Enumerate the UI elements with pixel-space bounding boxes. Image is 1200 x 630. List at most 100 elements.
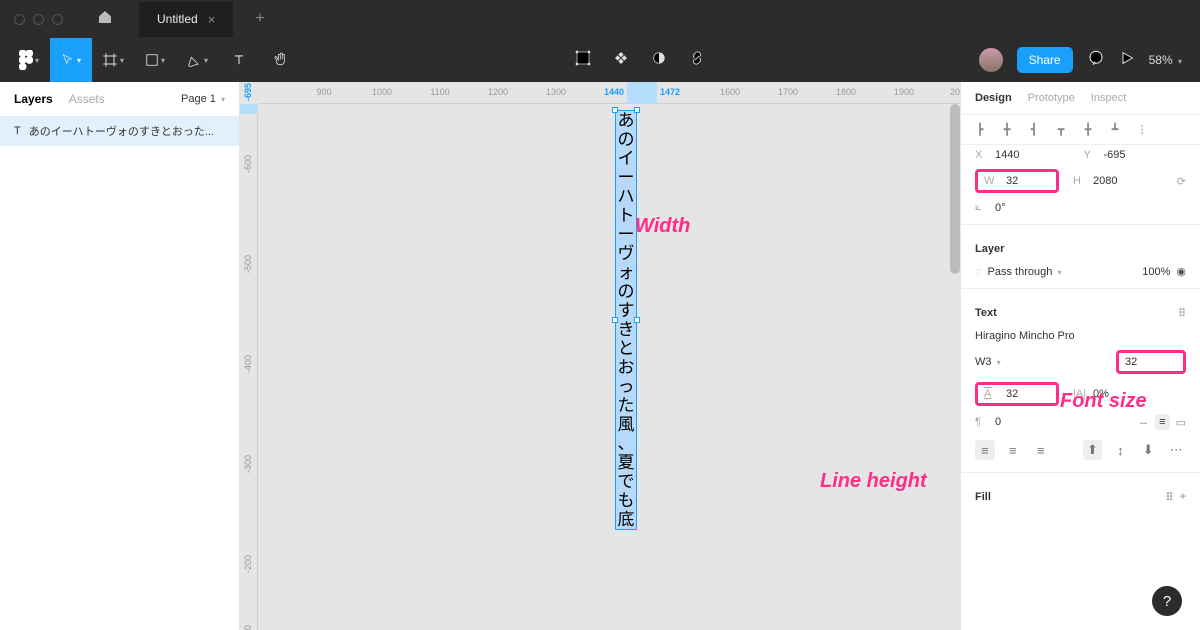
user-avatar[interactable] [979,48,1003,72]
text-styles-icon[interactable]: ⠿ [1178,307,1186,320]
resize-handle[interactable] [634,107,640,113]
new-tab-button[interactable]: + [255,10,264,28]
width-input[interactable]: 32 [1006,175,1050,187]
height-input[interactable]: 2080 [1093,175,1171,187]
distribute-icon[interactable]: ⋮ [1133,123,1151,136]
frame-tool[interactable]: ▾ [92,38,134,82]
layer-item[interactable]: T あのイーハトーヴォのすきとおった... [0,116,239,146]
ruler-horizontal: 900 1000 1100 1200 1300 1440 1472 1600 1… [258,82,960,104]
file-tab[interactable]: Untitled × [139,2,233,37]
text-glyph: ー [616,225,636,244]
textvalign-bot-icon[interactable]: ⬇ [1138,440,1158,460]
textalign-right-icon[interactable]: ≡ [1031,440,1051,460]
canvas[interactable]: 900 1000 1100 1200 1300 1440 1472 1600 1… [240,82,960,630]
y-label: Y [1084,149,1098,161]
text-glyph: す [616,301,636,320]
hand-tool[interactable] [260,38,302,82]
selected-text-object[interactable]: あのイーハトーヴォのすきとおった風、夏でも底 [615,110,637,530]
text-glyph: っ [616,377,636,396]
main-toolbar: ▾ ▾ ▾ ▾ ▾ Share 58% ▾ [0,38,1200,82]
fill-styles-icon[interactable]: ⠿ [1166,491,1174,504]
mask-icon[interactable] [651,50,667,71]
textalign-left-icon[interactable]: ≡ [975,440,995,460]
text-more-icon[interactable]: ⋯ [1166,440,1186,460]
paragraph-icon: ¶ [975,416,989,428]
figma-menu[interactable]: ▾ [8,38,50,82]
tab-design[interactable]: Design [975,92,1012,104]
tab-layers[interactable]: Layers [14,92,53,106]
resize-handle[interactable] [612,107,618,113]
align-hcenter-icon[interactable]: ╋ [998,123,1016,136]
link-icon[interactable] [689,50,705,71]
text-glyph: で [616,472,636,491]
tab-inspect[interactable]: Inspect [1091,92,1126,104]
opacity-input[interactable]: 100% [1142,266,1170,278]
chevron-down-icon: ▾ [77,56,81,65]
align-vcenter-icon[interactable]: ╋ [1079,123,1097,136]
textvalign-top-icon[interactable]: ⬆ [1083,440,1103,460]
text-glyph: ォ [616,263,636,282]
home-icon[interactable] [97,9,113,30]
x-label: X [975,149,989,161]
font-size-input[interactable]: 32 [1125,356,1177,368]
chevron-down-icon: ▾ [1057,268,1061,277]
text-glyph: 夏 [616,453,636,472]
chevron-down-icon: ▾ [161,56,165,65]
blend-mode-icon[interactable]: ◌ [975,266,982,278]
x-input[interactable]: 1440 [995,149,1078,161]
font-family[interactable]: Hiragino Mincho Pro [975,330,1186,342]
auto-height-icon[interactable]: ≡ [1155,414,1169,430]
font-weight[interactable]: W3 ▾ [975,356,1110,368]
shape-tool[interactable]: ▾ [134,38,176,82]
comment-icon[interactable] [1087,49,1105,72]
lineheight-icon: A [984,388,998,400]
paragraph-spacing-input[interactable]: 0 [995,416,1132,428]
align-bottom-icon[interactable]: ┻ [1106,123,1124,136]
text-tool[interactable] [218,38,260,82]
zoom-level[interactable]: 58% ▾ [1149,53,1182,67]
align-left-icon[interactable]: ┣ [971,123,989,136]
text-glyph: ヴ [616,244,636,263]
traffic-max[interactable] [52,14,63,25]
chevron-down-icon: ▾ [997,358,1001,367]
tab-assets[interactable]: Assets [69,92,105,106]
text-glyph: お [616,358,636,377]
rotation-input[interactable]: 0° [995,202,1186,214]
blend-mode[interactable]: Pass through ▾ [988,266,1137,278]
text-glyph: イ [616,149,636,168]
canvas-scrollbar[interactable] [950,104,960,274]
annotation-fontsize: Font size [1060,390,1147,413]
auto-width-icon[interactable]: ↔ [1138,416,1149,428]
resize-handle[interactable] [612,317,618,323]
pen-tool[interactable]: ▾ [176,38,218,82]
align-top-icon[interactable]: ┳ [1052,123,1070,136]
move-tool[interactable]: ▾ [50,38,92,82]
alignment-controls[interactable]: ┣ ╋ ┫ ┳ ╋ ┻ ⋮ [961,115,1200,145]
page-selector[interactable]: Page 1 ▾ [181,93,225,105]
resize-handle[interactable] [634,317,640,323]
traffic-min[interactable] [33,14,44,25]
h-label: H [1073,175,1087,187]
add-fill-icon[interactable]: + [1180,491,1186,504]
share-button[interactable]: Share [1017,47,1073,73]
component-icon[interactable] [613,50,629,71]
y-input[interactable]: -695 [1104,149,1187,161]
help-button[interactable]: ? [1152,586,1182,616]
annotation-lineheight: Line height [820,470,927,493]
text-glyph: の [616,282,636,301]
constrain-icon[interactable]: ⟳ [1177,175,1186,188]
align-right-icon[interactable]: ┫ [1025,123,1043,136]
text-glyph: き [616,320,636,339]
textvalign-mid-icon[interactable]: ↕ [1110,440,1130,460]
text-glyph: 底 [616,510,636,529]
ruler-vertical: -695 -600 -500 -400 -300 -200 -100 [240,104,258,630]
tab-prototype[interactable]: Prototype [1028,92,1075,104]
traffic-close[interactable] [14,14,25,25]
present-icon[interactable] [1119,50,1135,71]
fixed-size-icon[interactable]: ▭ [1176,416,1186,429]
textalign-center-icon[interactable]: ≡ [1003,440,1023,460]
visibility-icon[interactable]: ◉ [1176,265,1186,278]
edit-object-icon[interactable] [575,50,591,71]
line-height-input[interactable]: 32 [1006,388,1050,400]
close-tab-icon[interactable]: × [208,12,216,27]
